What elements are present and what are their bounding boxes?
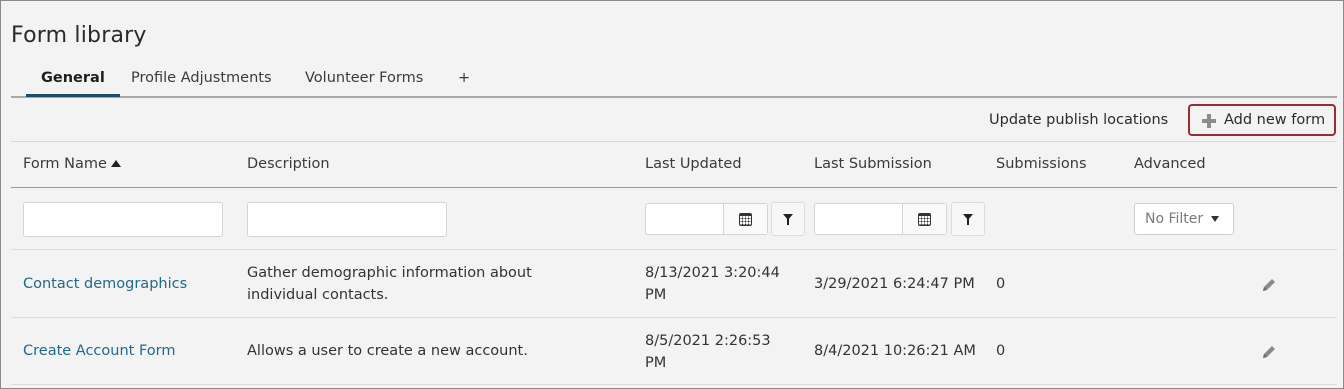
tab-bar: General Profile Adjustments Volunteer Fo… <box>11 63 1337 98</box>
add-new-form-button[interactable]: Add new form <box>1188 104 1336 136</box>
last-submission-value: 3/29/2021 6:24:47 PM <box>814 276 975 292</box>
pencil-icon[interactable] <box>1260 276 1278 294</box>
row-divider <box>11 249 1337 250</box>
last-updated-line: 8/13/2021 3:20:44 <box>645 265 780 281</box>
calendar-icon <box>739 212 752 226</box>
update-publish-locations-link[interactable]: Update publish locations <box>989 112 1168 128</box>
form-description-line: Gather demographic information about <box>247 265 532 281</box>
last-submission-date-input[interactable] <box>815 204 902 234</box>
submissions-count: 0 <box>996 343 1006 359</box>
row-divider <box>11 384 1337 385</box>
advanced-filter-value: No Filter <box>1145 211 1204 227</box>
last-updated-line: PM <box>645 355 667 371</box>
last-updated-date-input[interactable] <box>646 204 723 234</box>
last-submission-date-filter[interactable] <box>814 203 947 235</box>
plus-icon <box>1202 114 1216 128</box>
column-header-last-updated[interactable]: Last Updated <box>645 156 742 172</box>
caret-down-icon <box>1211 216 1220 222</box>
last-submission-filter-button[interactable] <box>951 202 985 236</box>
column-header-description[interactable]: Description <box>247 156 330 172</box>
add-new-form-label: Add new form <box>1224 112 1326 128</box>
last-submission-calendar-button[interactable] <box>902 204 946 234</box>
column-header-form-name-label: Form Name <box>23 156 107 172</box>
form-description-line: individual contacts. <box>247 287 389 303</box>
column-header-advanced: Advanced <box>1134 156 1206 172</box>
last-updated-value: 8/13/2021 3:20:44 PM <box>645 262 780 306</box>
description-filter-input[interactable] <box>247 202 447 237</box>
row-divider <box>11 317 1337 318</box>
pencil-icon[interactable] <box>1260 343 1278 361</box>
last-updated-value: 8/5/2021 2:26:53 PM <box>645 330 771 374</box>
tab-general[interactable]: General <box>26 63 120 97</box>
column-header-submissions[interactable]: Submissions <box>996 156 1087 172</box>
form-name-link[interactable]: Create Account Form <box>23 340 175 362</box>
submissions-count: 0 <box>996 276 1006 292</box>
form-name-link[interactable]: Contact demographics <box>23 273 187 295</box>
form-name-filter-input[interactable] <box>23 202 223 237</box>
last-updated-date-filter[interactable] <box>645 203 768 235</box>
toolbar-divider <box>11 141 1337 142</box>
column-header-last-submission[interactable]: Last Submission <box>814 156 932 172</box>
form-description: Allows a user to create a new account. <box>247 343 528 359</box>
filter-icon <box>963 214 973 225</box>
filter-icon <box>783 214 793 225</box>
last-updated-line: PM <box>645 287 667 303</box>
tab-volunteer-forms[interactable]: Volunteer Forms <box>305 63 423 96</box>
last-updated-filter-button[interactable] <box>771 202 805 236</box>
tab-profile-adjustments[interactable]: Profile Adjustments <box>131 63 272 96</box>
add-tab-button[interactable]: + <box>458 63 470 96</box>
last-updated-line: 8/5/2021 2:26:53 <box>645 333 771 349</box>
last-submission-value: 8/4/2021 10:26:21 AM <box>814 343 976 359</box>
calendar-icon <box>918 212 931 226</box>
advanced-filter-select[interactable]: No Filter <box>1134 203 1234 235</box>
page-title: Form library <box>11 23 147 48</box>
form-description: Gather demographic information about ind… <box>247 262 532 306</box>
column-header-form-name[interactable]: Form Name <box>23 156 121 172</box>
form-library-panel: Form library General Profile Adjustments… <box>0 0 1344 389</box>
last-updated-calendar-button[interactable] <box>723 204 767 234</box>
header-divider <box>11 187 1337 188</box>
sort-ascending-icon <box>110 160 121 167</box>
